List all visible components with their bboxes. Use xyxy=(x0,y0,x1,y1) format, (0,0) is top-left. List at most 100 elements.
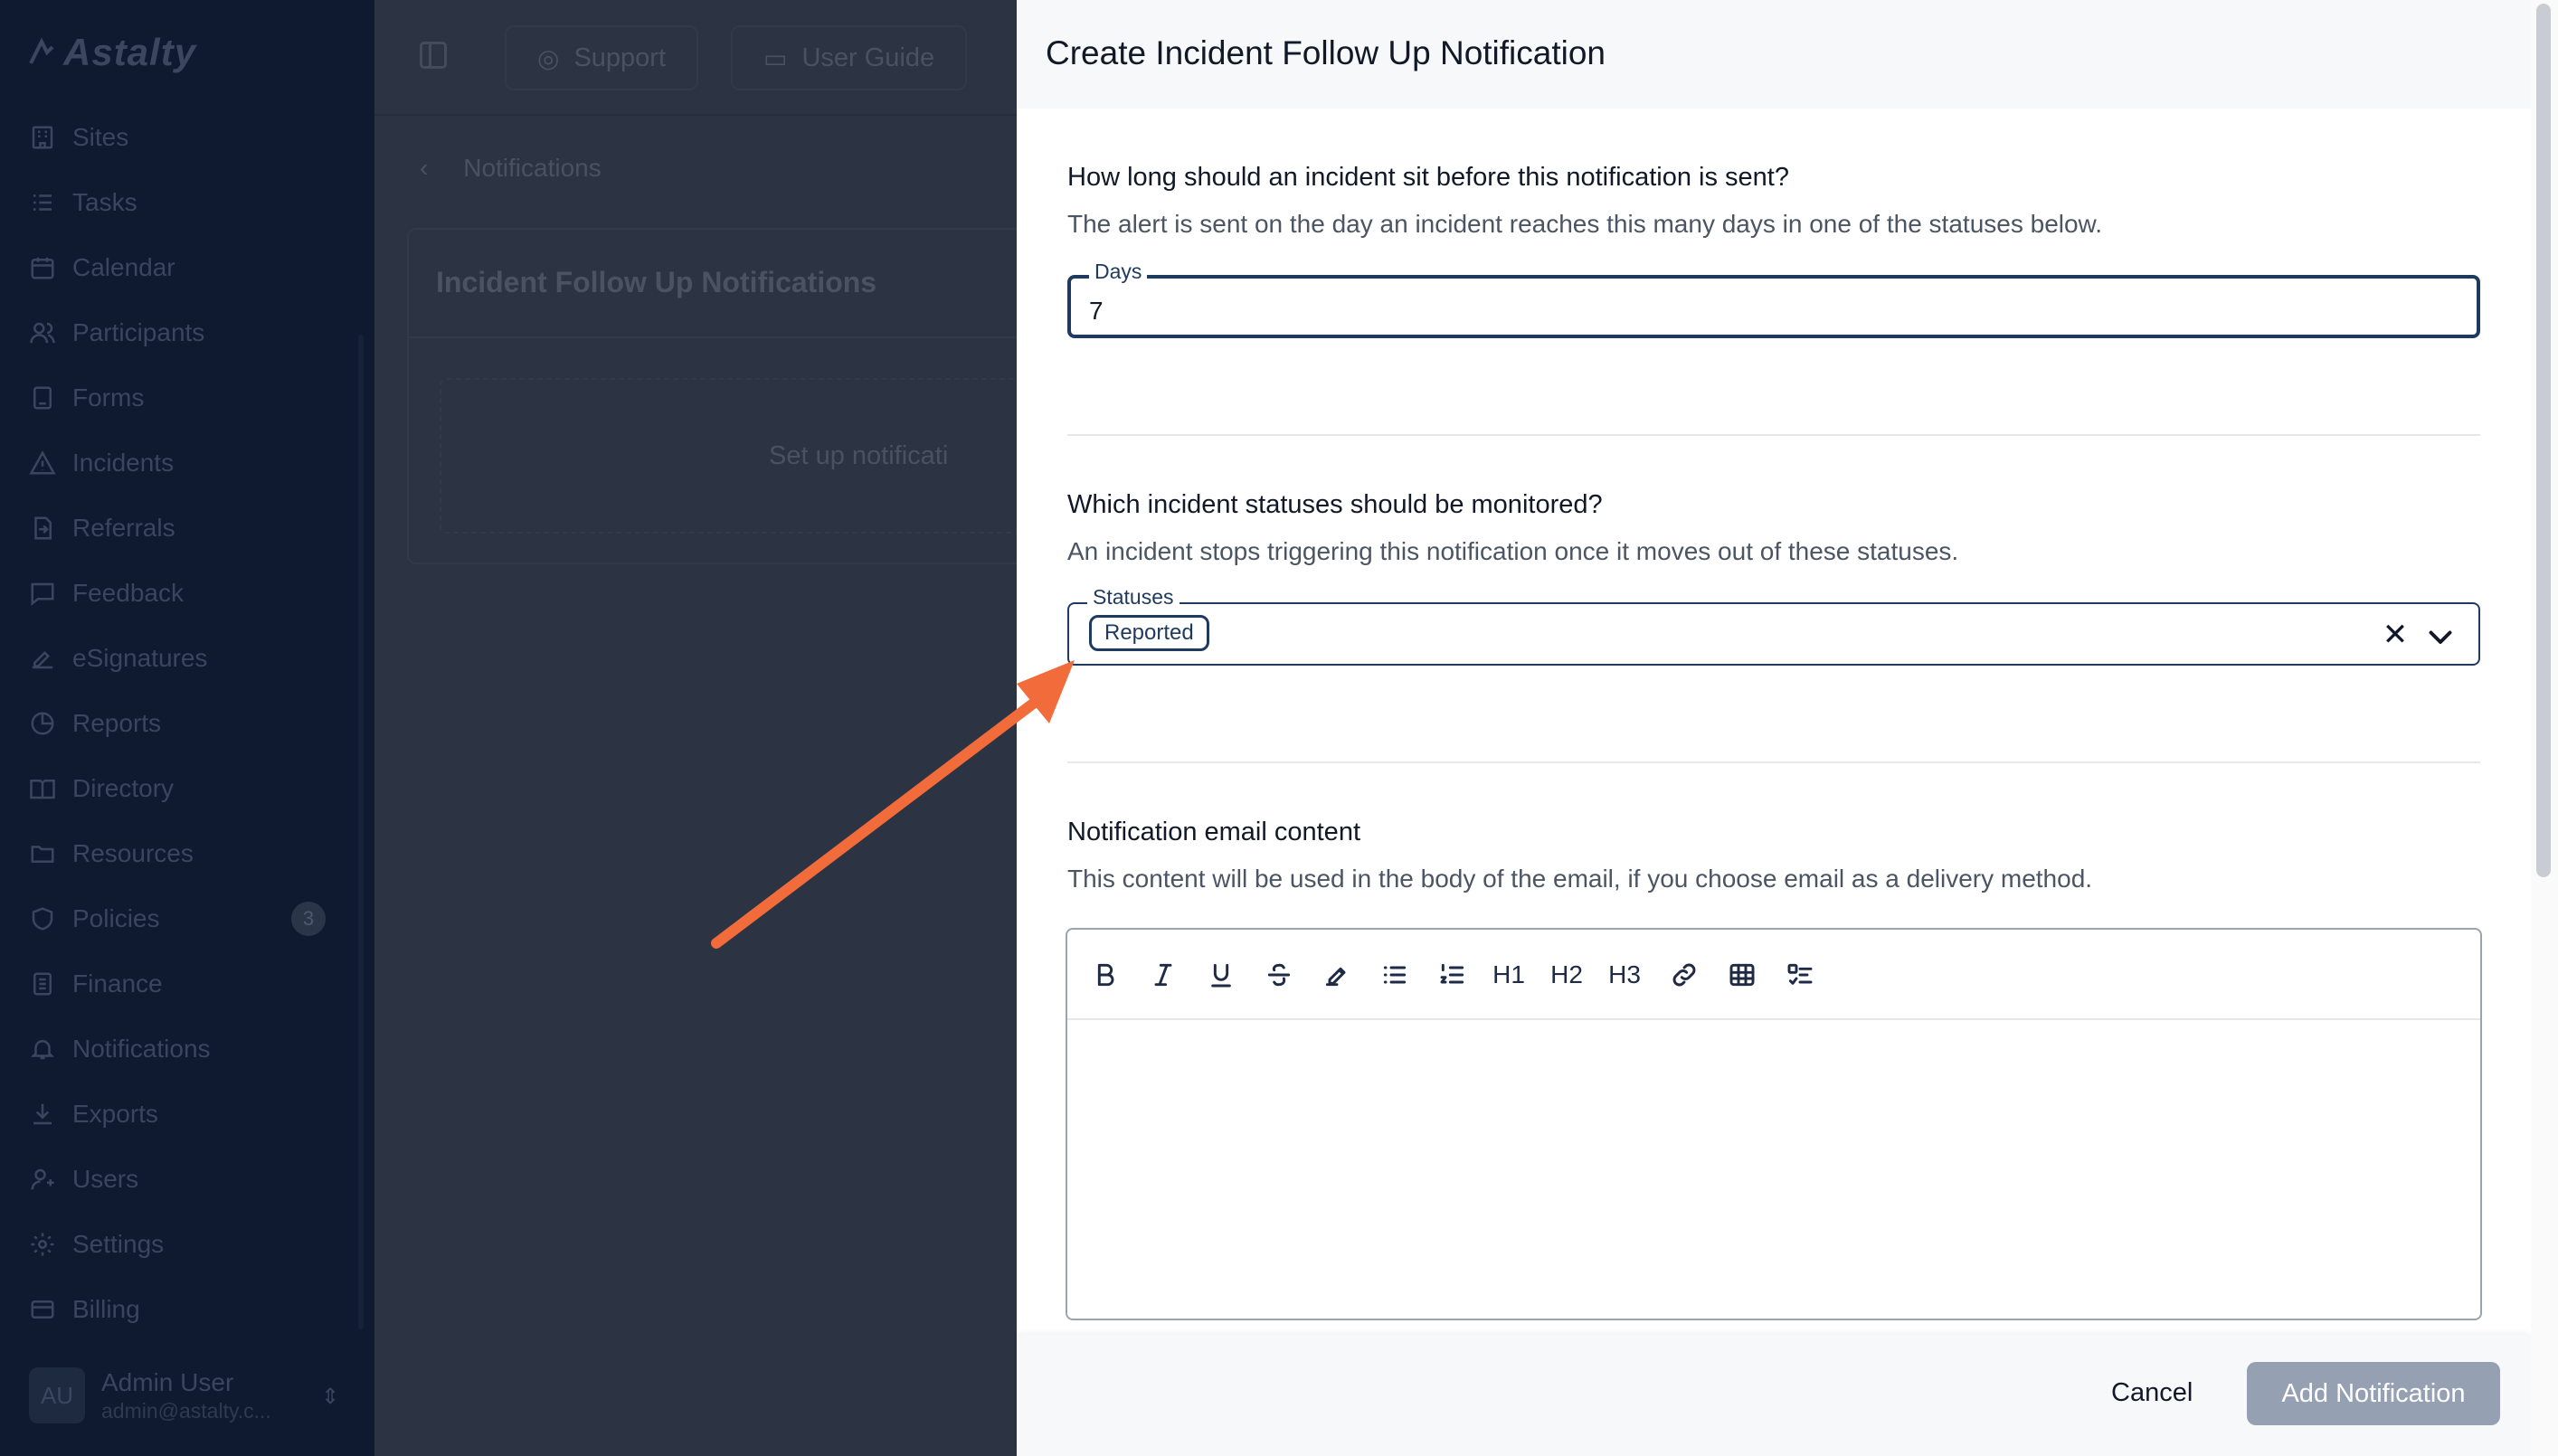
logo-mark-icon xyxy=(29,37,54,64)
link-icon[interactable] xyxy=(1664,955,1704,995)
calendar-icon xyxy=(29,254,56,281)
sidebar-item-label: Resources xyxy=(72,839,194,867)
sidebar-item-tasks[interactable]: Tasks xyxy=(0,170,374,235)
section-divider xyxy=(1067,761,2480,763)
user-guide-label: User Guide xyxy=(801,43,935,72)
sidebar-item-sites[interactable]: Sites xyxy=(0,105,374,170)
sidebar-item-label: Sites xyxy=(72,123,129,151)
highlight-icon[interactable] xyxy=(1317,955,1357,995)
sidebar: Astalty Sites Tasks Calendar Participant… xyxy=(0,0,374,1456)
empty-state-text: Set up notificati xyxy=(769,441,949,470)
support-label: Support xyxy=(573,43,667,72)
statuses-select[interactable]: Statuses Reported ✕ xyxy=(1067,586,2480,666)
chevron-down-icon[interactable] xyxy=(2424,620,2457,653)
days-field[interactable]: Days 7 xyxy=(1067,260,2480,338)
cancel-button[interactable]: Cancel xyxy=(2093,1362,2211,1423)
sidebar-scrollbar[interactable] xyxy=(358,335,364,1329)
avatar: AU xyxy=(29,1367,85,1423)
sidebar-item-reports[interactable]: Reports xyxy=(0,691,374,756)
sidebar-item-directory[interactable]: Directory xyxy=(0,756,374,821)
policies-count-badge: 3 xyxy=(291,902,326,936)
sidebar-item-label: Calendar xyxy=(72,253,175,281)
sidebar-item-label: Directory xyxy=(72,774,175,802)
sidebar-item-label: eSignatures xyxy=(72,644,208,672)
heading-1-button[interactable]: H1 xyxy=(1489,955,1529,995)
app-logo[interactable]: Astalty xyxy=(27,31,196,74)
book-icon: ▭ xyxy=(763,43,788,72)
dialog-title: Create Incident Follow Up Notification xyxy=(1046,34,1606,71)
statuses-question: Which incident statuses should be monito… xyxy=(1067,490,1603,519)
breadcrumb[interactable]: ‹ Notifications xyxy=(420,154,602,183)
editor-toolbar: H1 H2 H3 xyxy=(1067,930,2480,1020)
clear-icon[interactable]: ✕ xyxy=(2379,619,2411,651)
sidebar-item-label: Reports xyxy=(72,709,162,737)
dialog-header: Create Incident Follow Up Notification xyxy=(1017,0,2531,109)
notifications-card: Incident Follow Up Notifications xyxy=(407,228,1058,564)
sidebar-item-feedback[interactable]: Feedback xyxy=(0,561,374,626)
user-guide-button[interactable]: ▭ User Guide xyxy=(731,25,968,90)
table-icon[interactable] xyxy=(1722,955,1762,995)
email-content-editor[interactable] xyxy=(1067,1020,2480,1320)
sidebar-item-resources[interactable]: Resources xyxy=(0,821,374,886)
sidebar-item-policies[interactable]: Policies 3 xyxy=(0,886,374,951)
main-content: ◎ Support ▭ User Guide ‹ Notifications I… xyxy=(374,0,1058,1456)
card-divider xyxy=(409,336,1056,338)
sidebar-item-referrals[interactable]: Referrals xyxy=(0,496,374,561)
sidebar-item-users[interactable]: Users xyxy=(0,1147,374,1212)
add-notification-button[interactable]: Add Notification xyxy=(2247,1362,2500,1425)
chevron-up-down-icon[interactable]: ⇕ xyxy=(321,1384,339,1410)
status-chip-reported[interactable]: Reported xyxy=(1089,615,1209,651)
bold-icon[interactable] xyxy=(1085,955,1125,995)
dialog-footer: Cancel Add Notification xyxy=(1017,1335,2531,1456)
sidebar-item-label: Exports xyxy=(72,1100,158,1128)
user-menu[interactable]: AU Admin User admin@astalty.c... xyxy=(29,1367,271,1423)
sidebar-item-finance[interactable]: Finance xyxy=(0,951,374,1016)
sidebar-item-label: Notifications xyxy=(72,1035,211,1063)
user-email: admin@astalty.c... xyxy=(101,1398,271,1423)
referral-icon xyxy=(29,515,56,542)
tasks-icon xyxy=(29,189,56,216)
empty-state-box xyxy=(440,378,1055,534)
days-field-label: Days xyxy=(1089,260,1148,282)
heading-2-button[interactable]: H2 xyxy=(1547,955,1587,995)
bullet-list-icon[interactable] xyxy=(1375,955,1415,995)
sidebar-item-esignatures[interactable]: eSignatures xyxy=(0,626,374,691)
lifebuoy-icon: ◎ xyxy=(537,43,560,72)
directory-icon xyxy=(29,775,56,802)
page-scrollbar-thumb[interactable] xyxy=(2536,4,2551,877)
folder-icon xyxy=(29,840,56,867)
days-question: How long should an incident sit before t… xyxy=(1067,163,1789,192)
email-content-description: This content will be used in the body of… xyxy=(1067,865,2093,893)
bell-icon xyxy=(29,1035,56,1063)
sidebar-toggle-icon[interactable] xyxy=(420,42,447,69)
sidebar-item-label: Policies xyxy=(72,904,160,932)
sidebar-item-participants[interactable]: Participants xyxy=(0,300,374,365)
email-content-question: Notification email content xyxy=(1067,818,1360,846)
rich-text-editor: H1 H2 H3 xyxy=(1066,928,2482,1320)
gear-icon xyxy=(29,1231,56,1258)
sidebar-item-notifications[interactable]: Notifications xyxy=(0,1016,374,1082)
underline-icon[interactable] xyxy=(1201,955,1241,995)
chevron-left-icon: ‹ xyxy=(420,154,457,182)
sidebar-item-label: Users xyxy=(72,1165,139,1193)
task-list-icon[interactable] xyxy=(1780,955,1820,995)
sidebar-item-settings[interactable]: Settings xyxy=(0,1212,374,1277)
sidebar-item-billing[interactable]: Billing xyxy=(0,1277,374,1342)
top-bar: ◎ Support ▭ User Guide xyxy=(374,0,1017,116)
sidebar-item-forms[interactable]: Forms xyxy=(0,365,374,430)
strikethrough-icon[interactable] xyxy=(1259,955,1299,995)
sidebar-item-incidents[interactable]: Incidents xyxy=(0,430,374,496)
sidebar-item-calendar[interactable]: Calendar xyxy=(0,235,374,300)
italic-icon[interactable] xyxy=(1143,955,1183,995)
card-icon xyxy=(29,1296,56,1323)
user-icon xyxy=(29,1166,56,1193)
ordered-list-icon[interactable] xyxy=(1433,955,1473,995)
days-input[interactable]: 7 xyxy=(1089,297,1104,326)
heading-3-button[interactable]: H3 xyxy=(1605,955,1644,995)
download-icon xyxy=(29,1101,56,1128)
sidebar-item-exports[interactable]: Exports xyxy=(0,1082,374,1147)
support-button[interactable]: ◎ Support xyxy=(505,25,699,90)
days-description: The alert is sent on the day an incident… xyxy=(1067,210,2103,238)
statuses-field-label: Statuses xyxy=(1087,586,1180,608)
sidebar-item-label: Referrals xyxy=(72,514,175,542)
